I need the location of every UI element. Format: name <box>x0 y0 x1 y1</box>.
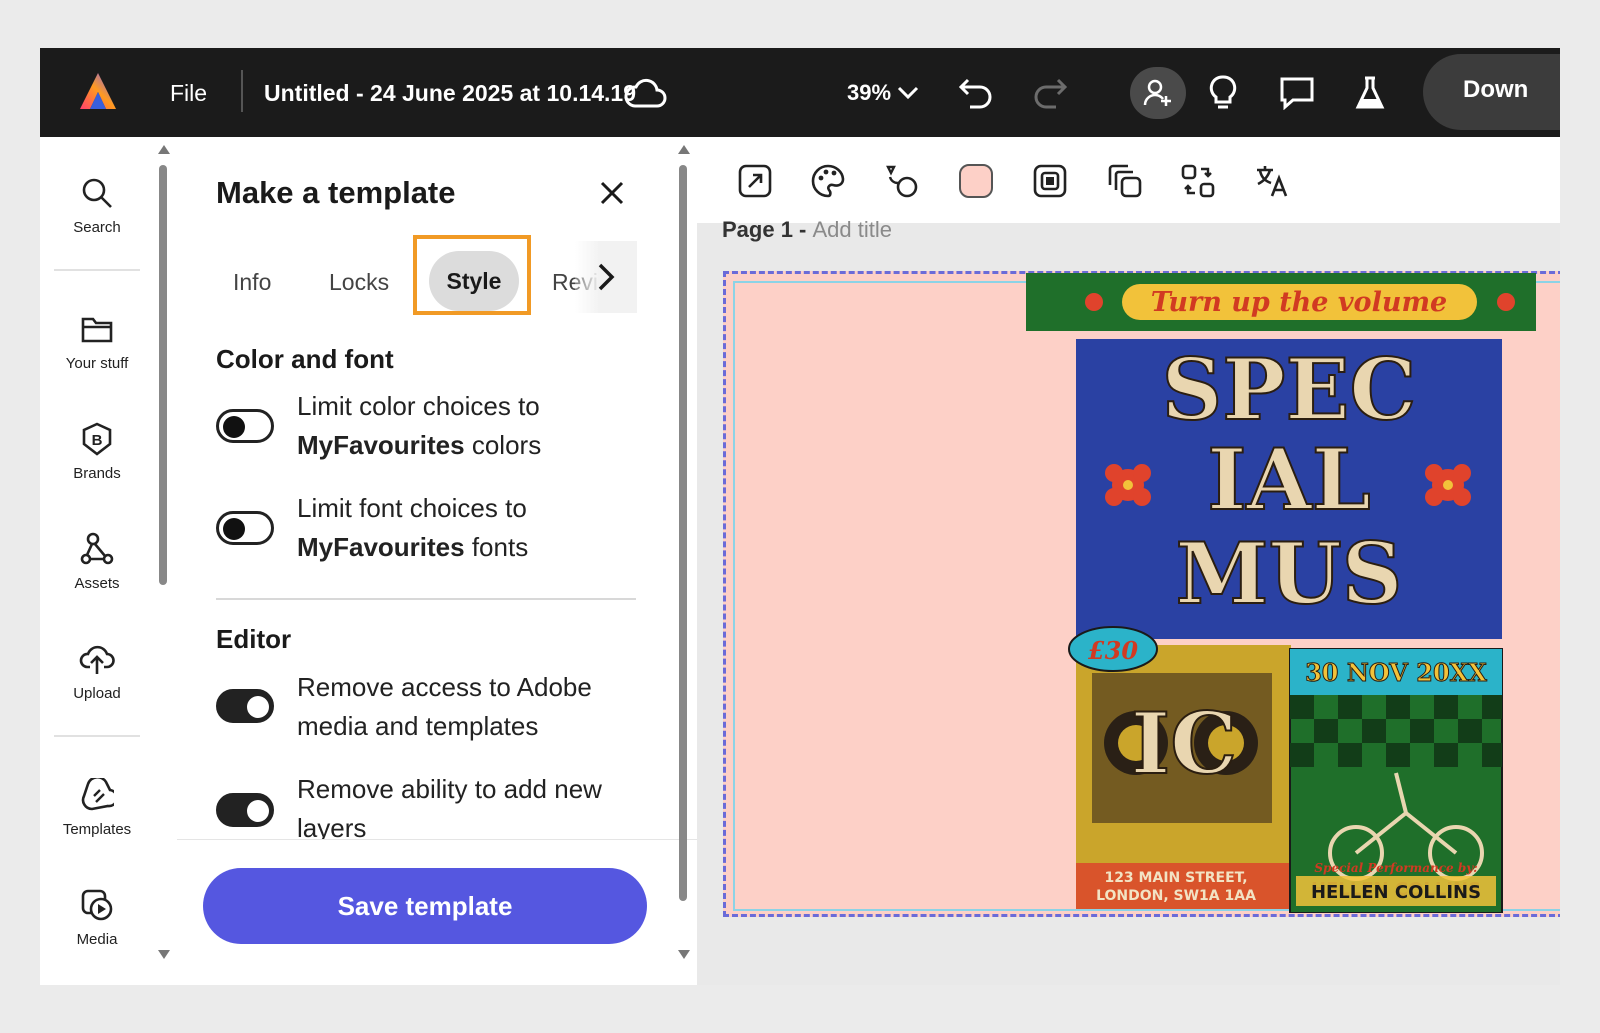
poster-price: £30 <box>1088 636 1138 665</box>
rail-label: Templates <box>62 821 132 838</box>
scrollbar-thumb[interactable] <box>159 165 167 585</box>
limit-fonts-toggle[interactable] <box>216 511 274 545</box>
rail-item-media[interactable]: Media <box>40 885 154 948</box>
resize-icon[interactable] <box>735 161 775 201</box>
file-menu[interactable]: File <box>170 76 207 110</box>
poster-address-2: LONDON, SW1A 1AA <box>1096 888 1256 904</box>
section-divider <box>216 598 636 600</box>
toggle-label: Remove ability to add new layers <box>297 774 602 840</box>
poster-address-1: 123 MAIN STREET, <box>1104 870 1247 886</box>
comment-icon[interactable] <box>1274 70 1320 116</box>
tabs-scroll-right-button[interactable] <box>575 241 637 313</box>
document-title[interactable]: Untitled - 24 June 2025 at 10.14.19 <box>264 76 636 110</box>
section-title-editor: Editor <box>216 624 292 654</box>
undo-icon[interactable] <box>953 70 999 116</box>
cloud-icon[interactable] <box>622 70 668 116</box>
scrollbar-thumb[interactable] <box>679 165 687 901</box>
tab-locks[interactable]: Locks <box>329 265 389 299</box>
panel-footer: Save template <box>177 839 697 985</box>
rail-label: Upload <box>73 685 121 702</box>
scroll-down-icon[interactable] <box>157 949 171 961</box>
rail-label: Search <box>73 219 121 236</box>
rail-label: Your stuff <box>65 355 129 372</box>
brand-icon: B <box>40 419 154 459</box>
poster-performer-label: HELLEN COLLINS <box>1311 882 1481 903</box>
tab-highlight-box <box>413 235 531 315</box>
svg-text:B: B <box>92 432 103 449</box>
toggle-label: Remove access to Adobe media and templat… <box>297 672 592 741</box>
app-window: File Untitled - 24 June 2025 at 10.14.19… <box>40 48 1560 985</box>
rail-label: Brands <box>73 465 121 482</box>
panel-scrollbar[interactable] <box>677 137 691 985</box>
scroll-up-icon[interactable] <box>677 143 691 155</box>
limit-colors-toggle[interactable] <box>216 409 274 443</box>
redo-icon[interactable] <box>1027 70 1073 116</box>
rail-divider <box>54 735 140 737</box>
replace-icon[interactable] <box>1178 161 1218 201</box>
media-icon <box>40 885 154 925</box>
palette-icon[interactable] <box>808 161 848 201</box>
shape-swap-icon[interactable] <box>882 161 922 201</box>
chevron-down-icon[interactable] <box>885 70 931 116</box>
invite-button[interactable] <box>1130 67 1186 119</box>
rail-item-search[interactable]: Search <box>40 173 154 236</box>
canvas-area: Page 1 - Add title Turn up the volume SP… <box>697 137 1560 985</box>
labs-flask-icon[interactable] <box>1347 70 1393 116</box>
toggle-label: Limit font choices to MyFavourites fonts <box>297 493 529 562</box>
context-toolbar <box>697 137 1560 223</box>
rail-item-upload[interactable]: Upload <box>40 639 154 702</box>
make-template-panel: Make a template Info Locks Style Revie C… <box>177 137 697 985</box>
scroll-up-icon[interactable] <box>157 143 171 155</box>
remove-media-toggle[interactable] <box>216 689 274 723</box>
adobe-express-logo-icon[interactable] <box>76 70 120 114</box>
add-person-icon <box>1143 79 1171 106</box>
folder-icon <box>40 309 154 349</box>
toggle-row-limit-colors: Limit color choices to MyFavourites colo… <box>216 387 646 467</box>
poster-headline-1: SPEC <box>1162 340 1417 439</box>
background-color-swatch[interactable] <box>956 161 996 201</box>
add-title-link[interactable]: Add title <box>812 217 892 242</box>
rail-divider <box>54 269 140 271</box>
rail-item-assets[interactable]: Assets <box>40 529 154 592</box>
rail-item-brands[interactable]: B Brands <box>40 419 154 482</box>
chevron-right-icon <box>598 263 615 291</box>
rail-item-templates[interactable]: Templates <box>40 775 154 838</box>
poster-headline-2: IAL <box>1207 430 1371 529</box>
templates-icon <box>40 775 154 815</box>
top-bar: File Untitled - 24 June 2025 at 10.14.19… <box>40 48 1560 137</box>
tab-info[interactable]: Info <box>233 265 271 299</box>
save-template-button[interactable]: Save template <box>203 868 647 944</box>
download-button[interactable]: Down <box>1423 54 1560 130</box>
poster-performer-intro: Special Performance by: <box>1314 861 1477 875</box>
poster-banner-text: Turn up the volume <box>1151 287 1447 318</box>
toggle-row-remove-media: Remove access to Adobe media and templat… <box>216 668 646 748</box>
toggle-row-limit-fonts: Limit font choices to MyFavourites fonts <box>216 489 646 569</box>
poster-date: 30 NOV 20XX <box>1305 658 1487 687</box>
toggle-label: Limit color choices to MyFavourites colo… <box>297 391 542 460</box>
upload-cloud-icon <box>40 639 154 679</box>
rail-label: Assets <box>74 575 120 592</box>
close-button[interactable] <box>594 175 630 211</box>
rail-item-your-stuff[interactable]: Your stuff <box>40 309 154 372</box>
page-label[interactable]: Page 1 - Add title <box>722 217 892 243</box>
left-rail: Search Your stuff B Brands Assets Upload… <box>40 137 154 985</box>
divider <box>241 70 243 112</box>
scroll-down-icon[interactable] <box>677 949 691 961</box>
rail-scrollbar[interactable] <box>157 137 171 985</box>
duplicate-icon[interactable] <box>1104 161 1144 201</box>
translate-icon[interactable] <box>1252 161 1292 201</box>
poster-headline-3: MUS <box>1176 524 1403 623</box>
toggle-row-remove-layers: Remove ability to add new layers <box>216 770 646 840</box>
section-title-color-font: Color and font <box>216 344 394 374</box>
poster-artwork[interactable]: Turn up the volume SPEC IAL MUS IC £30 1… <box>1026 273 1536 913</box>
poster-headline-4: IC <box>1131 694 1237 793</box>
layer-icon[interactable] <box>1030 161 1070 201</box>
assets-icon <box>40 529 154 569</box>
remove-layers-toggle[interactable] <box>216 793 274 827</box>
rail-label: Media <box>76 931 118 948</box>
panel-title: Make a template <box>216 175 456 210</box>
close-icon <box>600 181 624 205</box>
search-icon <box>40 173 154 213</box>
lightbulb-icon[interactable] <box>1200 70 1246 116</box>
